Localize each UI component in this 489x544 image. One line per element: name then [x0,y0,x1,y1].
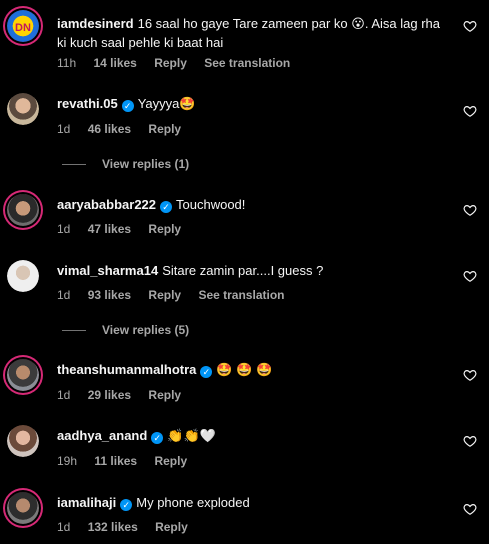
like-count[interactable]: 47 likes [88,222,131,236]
view-replies-label[interactable]: View replies (1) [102,157,189,171]
verified-badge-icon: ✓ [120,499,133,511]
heart-icon[interactable] [463,434,477,448]
comment-meta: 1d 132 likes Reply [57,520,202,534]
heart-icon[interactable] [463,104,477,118]
comment-text: vimal_sharma14 Sitare zamin par....I gues… [57,261,442,280]
like-count[interactable]: 46 likes [88,122,131,136]
comment-body: Sitare zamin par....I guess ? [162,263,324,278]
avatar[interactable] [7,93,39,125]
comment-body: Touchwood! [176,197,246,212]
avatar[interactable]: DN [7,10,39,42]
avatar[interactable] [7,425,39,457]
comment-meta: 1d 46 likes Reply [57,122,195,136]
comment-text: iamdesinerd 16 saal ho gaye Tare zameen p… [57,14,442,52]
comment-text: aaryababbar222 ✓ Touchwood! [57,195,442,214]
reply-button[interactable]: Reply [148,388,181,402]
like-count[interactable]: 11 likes [94,454,137,468]
comment-username[interactable]: vimal_sharma14 [57,263,158,278]
reply-button[interactable]: Reply [148,222,181,236]
avatar[interactable] [7,359,39,391]
see-translation-link[interactable]: See translation [198,288,284,302]
svg-text:DN: DN [15,22,31,34]
comment-meta: 1d 93 likes Reply See translation [57,288,298,302]
like-count[interactable]: 14 likes [93,56,136,70]
heart-icon[interactable] [463,269,477,283]
reply-button[interactable]: Reply [154,454,187,468]
comment-body: 👏👏🤍 [167,428,216,443]
view-replies-button[interactable]: View replies (1) [62,157,189,171]
reply-button[interactable]: Reply [148,122,181,136]
verified-badge-icon: ✓ [151,432,164,444]
view-replies-label[interactable]: View replies (5) [102,323,189,337]
comment-username[interactable]: iamdesinerd [57,16,134,31]
comment-username[interactable]: iamalihaji [57,495,116,510]
heart-icon[interactable] [463,203,477,217]
avatar[interactable] [7,260,39,292]
comment-time: 1d [57,122,71,136]
comment-text: iamalihaji ✓ My phone exploded [57,493,442,512]
heart-icon[interactable] [463,368,477,382]
comment-meta: 1d 47 likes Reply [57,222,195,236]
comment-username[interactable]: aaryababbar222 [57,197,156,212]
comment-body: Yayyya🤩 [137,96,196,111]
comment-text: aadhya_anand ✓ 👏👏🤍 [57,426,442,445]
avatar[interactable] [7,194,39,226]
see-translation-link[interactable]: See translation [204,56,290,70]
comment-text: theanshumanmalhotra ✓ 🤩 🤩 🤩 [57,360,442,379]
comment-body: 🤩 🤩 🤩 [216,362,273,377]
heart-icon[interactable] [463,502,477,516]
reply-button[interactable]: Reply [155,520,188,534]
comment-time: 11h [57,56,77,70]
comment-meta: 1d 29 likes Reply [57,388,195,402]
comment-body: My phone exploded [136,495,250,510]
reply-button[interactable]: Reply [154,56,187,70]
divider [62,330,86,332]
like-count[interactable]: 132 likes [88,520,138,534]
comment-meta: 19h 11 likes Reply [57,454,201,468]
comment-username[interactable]: revathi.05 [57,96,118,111]
divider [62,164,86,166]
like-count[interactable]: 29 likes [88,388,131,402]
comment-username[interactable]: aadhya_anand [57,428,147,443]
verified-badge-icon: ✓ [121,100,134,112]
comment-meta: 11h 14 likes Reply See translation [57,56,304,70]
comment-time: 1d [57,222,71,236]
comment-time: 1d [57,520,71,534]
reply-button[interactable]: Reply [148,288,181,302]
like-count[interactable]: 93 likes [88,288,131,302]
comment-username[interactable]: theanshumanmalhotra [57,362,196,377]
comment-time: 1d [57,388,71,402]
verified-badge-icon: ✓ [200,366,213,378]
avatar[interactable] [7,492,39,524]
comment-time: 19h [57,454,78,468]
verified-badge-icon: ✓ [160,201,173,213]
view-replies-button[interactable]: View replies (5) [62,323,189,337]
comment-text: revathi.05 ✓ Yayyya🤩 [57,94,442,113]
heart-icon[interactable] [463,19,477,33]
comment-time: 1d [57,288,71,302]
